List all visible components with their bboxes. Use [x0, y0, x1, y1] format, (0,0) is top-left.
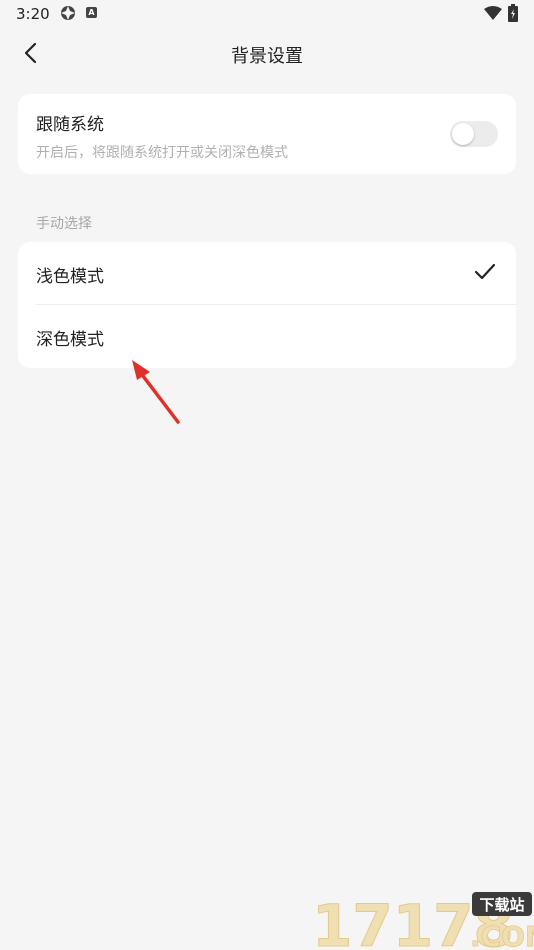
status-bar: 3:20 A: [0, 0, 534, 28]
app-notification-icon: A: [86, 7, 97, 18]
mode-options-card: 浅色模式 深色模式: [18, 242, 516, 368]
follow-system-card: 跟随系统 开启后，将跟随系统打开或关闭深色模式: [18, 94, 516, 174]
wifi-icon: [484, 6, 502, 20]
battery-charging-icon: [508, 4, 518, 22]
follow-system-title: 跟随系统: [36, 115, 104, 135]
follow-system-description: 开启后，将跟随系统打开或关闭深色模式: [36, 145, 288, 161]
annotation-arrow-icon: [132, 360, 180, 424]
site-watermark-logo: 17178 下载站 .COM: [312, 892, 534, 950]
status-time: 3:20: [16, 5, 50, 23]
light-mode-option[interactable]: 浅色模式: [18, 242, 516, 305]
toggle-knob: [452, 123, 474, 145]
app-bar: 背景设置: [0, 28, 534, 80]
light-mode-label: 浅色模式: [36, 267, 104, 287]
dark-mode-option[interactable]: 深色模式: [18, 305, 516, 367]
svg-text:下载站: 下载站: [479, 896, 524, 914]
page-title: 背景设置: [231, 46, 303, 67]
svg-text:.COM: .COM: [470, 920, 534, 950]
check-icon: [474, 263, 496, 280]
dark-mode-label: 深色模式: [36, 330, 104, 350]
manual-section-label: 手动选择: [36, 216, 92, 232]
vpn-icon: [61, 6, 75, 20]
follow-system-toggle[interactable]: [450, 121, 498, 147]
